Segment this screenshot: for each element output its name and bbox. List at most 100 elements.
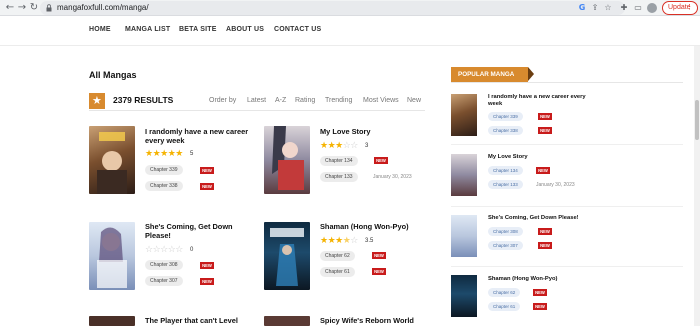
popular-cover[interactable]	[451, 275, 477, 317]
google-icon[interactable]: G	[577, 3, 587, 13]
results-count: 2379 RESULTS	[113, 95, 174, 105]
manga-cover[interactable]	[264, 316, 310, 326]
rating-value: 5	[190, 151, 194, 157]
new-badge: NEW	[538, 127, 552, 134]
popular-title[interactable]: She's Coming, Get Down Please!	[488, 215, 608, 222]
rating-stars: ★★★☆☆	[320, 141, 358, 151]
chapter-link[interactable]: Chapter 339	[488, 112, 523, 121]
chapter-link[interactable]: Chapter 134	[320, 156, 358, 166]
chapter-link[interactable]: Chapter 62	[488, 288, 521, 297]
url-text: mangafoxfull.com/manga/	[57, 3, 149, 12]
chapter-link[interactable]: Chapter 61	[488, 302, 521, 311]
chapter-link[interactable]: Chapter 307	[488, 241, 523, 250]
new-badge: NEW	[372, 268, 386, 275]
divider	[451, 144, 683, 145]
manga-title[interactable]: I randomly have a new career every week	[145, 127, 250, 145]
rating-value: 0	[190, 247, 194, 253]
chapter-link[interactable]: Chapter 308	[488, 227, 523, 236]
divider	[451, 266, 683, 267]
page-title: All Mangas	[89, 70, 137, 80]
manga-title[interactable]: The Player that can't Level	[145, 316, 265, 325]
back-icon[interactable]: ←	[4, 2, 16, 14]
rating-value: 3	[365, 143, 369, 149]
rating-stars: ☆☆☆☆☆	[145, 245, 183, 255]
nav-about-us[interactable]: ABOUT US	[226, 26, 264, 33]
address-bar[interactable]: mangafoxfull.com/manga/	[40, 1, 625, 15]
manga-cover[interactable]	[89, 222, 135, 290]
nav-manga-list[interactable]: MANGA LIST	[125, 26, 170, 33]
manga-title[interactable]: My Love Story	[320, 127, 425, 136]
manga-cover[interactable]	[89, 316, 135, 326]
cover-art	[97, 132, 127, 194]
scrollbar-track[interactable]	[694, 46, 700, 326]
site-navigation: HOME MANGA LIST BETA SITE ABOUT US CONTA…	[0, 16, 700, 46]
manga-title[interactable]: Spicy Wife's Reborn World	[320, 316, 440, 325]
popular-title[interactable]: My Love Story	[488, 154, 598, 161]
new-badge: NEW	[536, 167, 550, 174]
sort-trending[interactable]: Trending	[325, 97, 352, 104]
forward-icon[interactable]: →	[16, 2, 28, 14]
lock-icon	[46, 4, 52, 12]
chapter-link[interactable]: Chapter 338	[145, 181, 183, 191]
rating-value: 3.5	[365, 238, 374, 244]
cover-art	[272, 126, 304, 190]
manga-title[interactable]: She's Coming, Get Down Please!	[145, 222, 245, 240]
chapter-link[interactable]: Chapter 133	[320, 172, 358, 182]
popular-cover[interactable]	[451, 154, 477, 196]
manga-cover[interactable]	[89, 126, 135, 194]
new-badge: NEW	[533, 289, 547, 296]
manga-title[interactable]: Shaman (Hong Won-Pyo)	[320, 222, 425, 231]
sort-new[interactable]: New	[407, 97, 421, 104]
extensions-icon[interactable]: ✚	[619, 3, 629, 13]
star-icon: ★	[92, 94, 102, 107]
chapter-link[interactable]: Chapter 339	[145, 165, 183, 175]
divider	[89, 110, 425, 111]
popular-cover[interactable]	[451, 94, 477, 136]
manga-cover[interactable]	[264, 222, 310, 290]
profile-avatar[interactable]	[647, 3, 657, 13]
chapter-link[interactable]: Chapter 338	[488, 126, 523, 135]
sort-a-z[interactable]: A-Z	[275, 97, 286, 104]
divider	[451, 82, 683, 83]
new-badge: NEW	[200, 183, 214, 190]
popular-title[interactable]: Shaman (Hong Won-Pyo)	[488, 276, 598, 283]
chapter-date: January 30, 2023	[373, 174, 412, 180]
chapter-link[interactable]: Chapter 134	[488, 166, 523, 175]
new-badge: NEW	[533, 303, 547, 310]
scrollbar-thumb[interactable]	[695, 100, 699, 140]
chapter-link[interactable]: Chapter 308	[145, 260, 183, 270]
sidepanel-icon[interactable]: ▭	[633, 3, 643, 13]
chapter-link[interactable]: Chapter 62	[320, 251, 355, 261]
share-icon[interactable]: ⇪	[590, 3, 600, 13]
nav-home[interactable]: HOME	[89, 26, 111, 33]
popular-title[interactable]: I randomly have a new career every week	[488, 94, 598, 108]
sort-latest[interactable]: Latest	[247, 97, 266, 104]
results-badge: ★	[89, 93, 105, 109]
new-badge: NEW	[374, 157, 388, 164]
cover-art	[97, 227, 127, 288]
manga-cover[interactable]	[264, 126, 310, 194]
sort-label: Order by	[209, 97, 237, 104]
popular-cover[interactable]	[451, 215, 477, 257]
new-badge: NEW	[200, 167, 214, 174]
chapter-link[interactable]: Chapter 61	[320, 267, 355, 277]
rating-stars: ★★★★☆	[320, 236, 358, 246]
sort-most-views[interactable]: Most Views	[363, 97, 399, 104]
chapter-date: January 30, 2023	[536, 182, 575, 188]
nav-contact-us[interactable]: CONTACT US	[274, 26, 321, 33]
new-badge: NEW	[538, 228, 552, 235]
new-badge: NEW	[200, 278, 214, 285]
rating-stars: ★★★★★	[145, 149, 183, 159]
update-button[interactable]: Update ⋮	[662, 1, 698, 15]
bookmark-star-icon[interactable]: ☆	[603, 3, 613, 13]
menu-dots-icon: ⋮	[686, 4, 693, 11]
popular-manga-header: POPULAR MANGA	[451, 67, 534, 82]
chapter-link[interactable]: Chapter 133	[488, 180, 523, 189]
chapter-link[interactable]: Chapter 307	[145, 276, 183, 286]
divider	[451, 206, 683, 207]
new-badge: NEW	[200, 262, 214, 269]
new-badge: NEW	[372, 252, 386, 259]
reload-icon[interactable]: ↻	[28, 2, 40, 14]
nav-beta-site[interactable]: BETA SITE	[179, 26, 217, 33]
sort-rating[interactable]: Rating	[295, 97, 315, 104]
